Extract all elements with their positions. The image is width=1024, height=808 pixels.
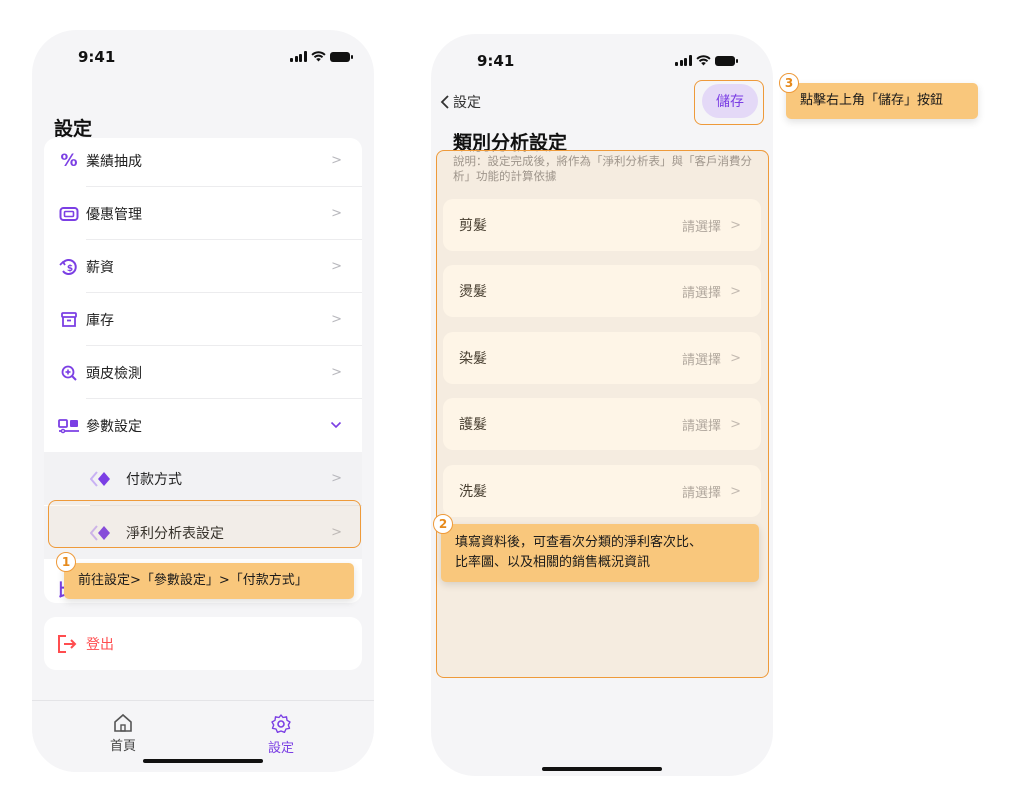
menu-item-label: 薪資 xyxy=(86,259,114,276)
chevron-right-icon: > xyxy=(331,206,342,221)
chevron-right-icon: > xyxy=(331,259,342,274)
menu-item-label: 參數設定 xyxy=(86,418,142,435)
menu-item-discount[interactable]: 優惠管理 > xyxy=(44,187,362,240)
scalp-scan-icon xyxy=(58,362,80,384)
parameters-icon xyxy=(58,415,80,437)
step-badge-1: 1 xyxy=(56,552,76,572)
home-icon xyxy=(114,713,132,732)
tab-home[interactable]: 首頁 xyxy=(83,713,163,754)
tab-bar: 首頁 設定 xyxy=(32,700,374,772)
salary-icon: $ xyxy=(58,256,80,278)
svg-text:$: $ xyxy=(67,264,73,274)
menu-item-commission[interactable]: % 業績抽成 > xyxy=(44,138,362,187)
back-button[interactable]: 設定 xyxy=(439,92,481,112)
chevron-right-icon: > xyxy=(331,471,342,486)
annotation-step-2: 填寫資料後，可查看次分類的淨利客次比、 比率圖、以及相關的銷售概況資訊 xyxy=(441,524,759,582)
diamond-icon xyxy=(90,468,112,490)
annotation-step-1: 前往設定>「參數設定」>「付款方式」 xyxy=(64,563,354,599)
sub-item-label: 付款方式 xyxy=(126,471,182,488)
wifi-icon xyxy=(310,51,326,62)
profit-analysis-highlight xyxy=(48,500,361,548)
tab-label: 設定 xyxy=(267,741,294,756)
step-badge-2: 2 xyxy=(433,514,453,534)
signal-icon xyxy=(290,51,307,62)
menu-item-parameters[interactable]: 參數設定 xyxy=(44,399,362,452)
percent-icon: % xyxy=(60,150,78,171)
chevron-right-icon: > xyxy=(331,365,342,380)
chevron-down-icon xyxy=(330,418,342,433)
back-label: 設定 xyxy=(453,95,481,111)
menu-item-inventory[interactable]: 庫存 > xyxy=(44,293,362,346)
phone-settings-screen: 9:41 設定 % 業績抽成 > 優惠管理 > $ 薪資 > 庫存 > 頭皮檢測… xyxy=(32,30,374,772)
annotation-step-2-line-2: 比率圖、以及相關的銷售概況資訊 xyxy=(455,555,651,570)
wifi-icon xyxy=(695,55,711,66)
menu-item-label: 頭皮檢測 xyxy=(86,365,142,382)
annotation-step-3: 點擊右上角「儲存」按鈕 xyxy=(786,83,978,119)
chevron-left-icon xyxy=(440,95,449,109)
save-button-highlight xyxy=(694,80,764,125)
menu-item-label: 優惠管理 xyxy=(86,206,142,223)
annotation-step-2-line-1: 填寫資料後，可查看次分類的淨利客次比、 xyxy=(455,535,703,550)
logout-icon xyxy=(56,633,78,655)
menu-item-scalp-scan[interactable]: 頭皮檢測 > xyxy=(44,346,362,399)
battery-icon xyxy=(329,51,353,62)
sub-item-payment-method[interactable]: 付款方式 > xyxy=(44,452,362,505)
menu-item-label: 庫存 xyxy=(86,312,114,329)
home-indicator xyxy=(542,767,662,771)
inventory-icon xyxy=(58,309,80,331)
step-badge-3: 3 xyxy=(779,73,799,93)
home-indicator xyxy=(143,759,263,763)
content-area-highlight xyxy=(436,150,769,678)
status-icons xyxy=(290,51,353,62)
menu-item-salary[interactable]: $ 薪資 > xyxy=(44,240,362,293)
tab-settings[interactable]: 設定 xyxy=(241,713,321,756)
status-icons xyxy=(675,55,738,66)
gear-icon xyxy=(271,714,291,733)
status-time: 9:41 xyxy=(78,48,116,66)
coupon-icon xyxy=(58,203,80,225)
logout-label: 登出 xyxy=(86,636,114,653)
signal-icon xyxy=(675,55,692,66)
logout-button[interactable]: 登出 xyxy=(44,617,362,670)
menu-item-label: 業績抽成 xyxy=(86,153,142,170)
page-title: 設定 xyxy=(54,118,93,140)
chevron-right-icon: > xyxy=(331,153,342,168)
status-time: 9:41 xyxy=(477,52,515,70)
tab-label: 首頁 xyxy=(109,739,136,754)
battery-icon xyxy=(714,55,738,66)
chevron-right-icon: > xyxy=(331,312,342,327)
